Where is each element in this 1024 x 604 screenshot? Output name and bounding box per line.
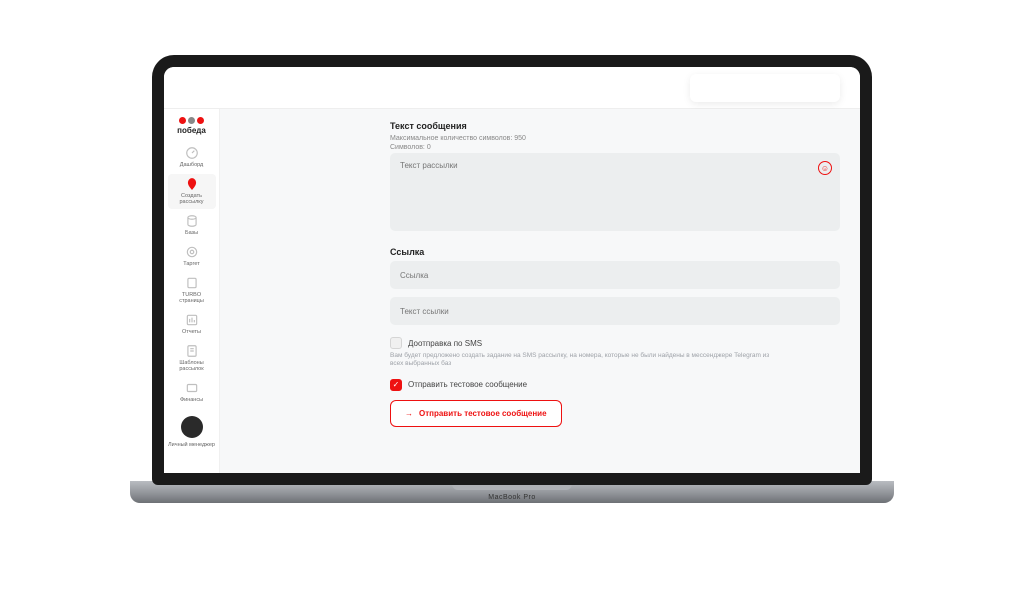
- sidebar-label: Отчеты: [170, 329, 214, 335]
- test-send-label: Отправить тестовое сообщение: [408, 380, 527, 389]
- avatar[interactable]: [181, 416, 203, 438]
- sidebar-item-target[interactable]: Таргет: [168, 242, 216, 271]
- topbar-card: [690, 74, 840, 102]
- sms-followup-description: Вам будет предложено создать задание на …: [390, 352, 770, 369]
- templates-icon: [185, 344, 199, 358]
- checkbox-icon[interactable]: [390, 337, 402, 349]
- test-send-row[interactable]: ✓ Отправить тестовое сообщение: [390, 379, 840, 391]
- send-test-button-label: Отправить тестовое сообщение: [419, 409, 547, 418]
- arrow-right-icon: →: [405, 409, 413, 418]
- sidebar-label: Финансы: [170, 397, 214, 403]
- pages-icon: [185, 276, 199, 290]
- sidebar-item-bases[interactable]: Базы: [168, 211, 216, 240]
- database-icon: [185, 214, 199, 228]
- sidebar-label: Таргет: [170, 261, 214, 267]
- app-screen: победа Дашборд Создать рассылку Базы: [164, 67, 860, 473]
- link-text-input[interactable]: [390, 297, 840, 325]
- create-icon: [185, 177, 199, 191]
- brand-text: победа: [177, 126, 206, 135]
- send-test-button[interactable]: → Отправить тестовое сообщение: [390, 400, 562, 427]
- max-chars-hint: Максимальное количество символов: 950: [390, 135, 840, 142]
- main-content: Текст сообщения Максимальное количество …: [220, 109, 860, 473]
- sms-followup-row[interactable]: Доотправка по SMS: [390, 337, 840, 349]
- sidebar-label: Создать рассылку: [170, 193, 214, 205]
- message-textarea[interactable]: [390, 153, 840, 231]
- message-title: Текст сообщения: [390, 121, 840, 131]
- sidebar: победа Дашборд Создать рассылку Базы: [164, 109, 220, 473]
- sidebar-label: Базы: [170, 230, 214, 236]
- link-title: Ссылка: [390, 247, 840, 257]
- topbar: [164, 67, 860, 109]
- sms-followup-label: Доотправка по SMS: [408, 339, 482, 348]
- logo: победа: [177, 117, 206, 135]
- checkbox-checked-icon[interactable]: ✓: [390, 379, 402, 391]
- target-icon: [185, 245, 199, 259]
- sidebar-item-create-campaign[interactable]: Создать рассылку: [168, 174, 216, 209]
- emoji-icon[interactable]: ☺: [818, 161, 832, 175]
- screen-bezel: победа Дашборд Создать рассылку Базы: [152, 55, 872, 485]
- dashboard-icon: [185, 146, 199, 160]
- link-url-input[interactable]: [390, 261, 840, 289]
- char-count-hint: Символов: 0: [390, 144, 840, 151]
- reports-icon: [185, 313, 199, 327]
- sidebar-item-turbo-pages[interactable]: TURBO страницы: [168, 273, 216, 308]
- laptop-mockup: победа Дашборд Создать рассылку Базы: [130, 55, 894, 550]
- sidebar-item-reports[interactable]: Отчеты: [168, 310, 216, 339]
- sidebar-item-dashboard[interactable]: Дашборд: [168, 143, 216, 172]
- sidebar-label: Дашборд: [170, 162, 214, 168]
- finance-icon: [185, 381, 199, 395]
- sidebar-label: TURBO страницы: [170, 292, 214, 304]
- sidebar-label: Шаблоны рассылок: [170, 360, 214, 372]
- sidebar-item-finance[interactable]: Финансы: [168, 378, 216, 407]
- laptop-model-label: MacBook Pro: [130, 490, 894, 501]
- sidebar-item-templates[interactable]: Шаблоны рассылок: [168, 341, 216, 376]
- manager-label: Личный менеджер: [168, 442, 215, 448]
